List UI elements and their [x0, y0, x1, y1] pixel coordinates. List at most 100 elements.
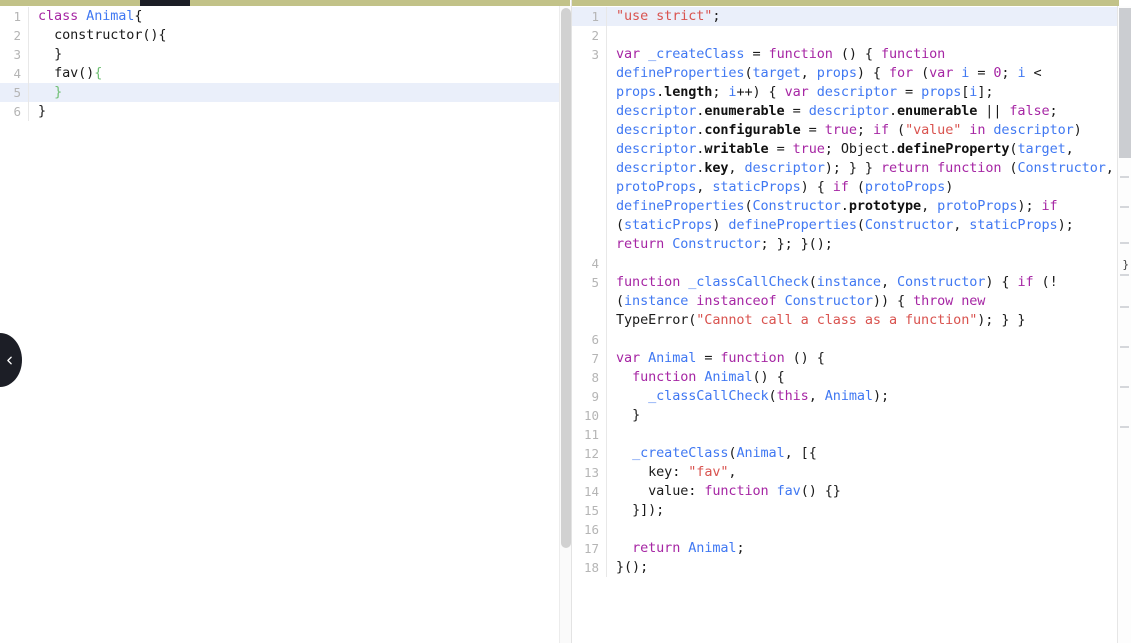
- output-line[interactable]: 2: [572, 26, 1117, 45]
- output-line[interactable]: 11: [572, 425, 1117, 444]
- output-line-content[interactable]: }]);: [607, 501, 1117, 520]
- code-token: )) {: [872, 293, 914, 309]
- output-line[interactable]: 10 }: [572, 406, 1117, 425]
- output-line[interactable]: 12 _createClass(Animal, [{: [572, 444, 1117, 463]
- output-line-content[interactable]: "use strict";: [607, 7, 1117, 26]
- output-line-content[interactable]: key: "fav",: [607, 463, 1117, 482]
- output-line-content[interactable]: function Animal() {: [607, 368, 1117, 387]
- code-token: ) {: [800, 179, 833, 195]
- output-line-content[interactable]: [607, 520, 1117, 539]
- code-token: (: [913, 65, 930, 81]
- source-line-content[interactable]: }: [29, 83, 571, 102]
- source-line[interactable]: 5 }: [0, 83, 571, 102]
- code-token: return: [880, 160, 930, 176]
- code-token: defineProperties: [616, 65, 745, 81]
- output-line-number: 9: [591, 389, 599, 404]
- output-line-content[interactable]: function _classCallCheck(instance, Const…: [607, 273, 1117, 330]
- output-line[interactable]: 4: [572, 254, 1117, 273]
- code-token: length: [664, 84, 713, 100]
- output-line-content[interactable]: value: function fav() {}: [607, 482, 1117, 501]
- source-line-content[interactable]: constructor(){: [29, 26, 571, 45]
- output-line-content[interactable]: var _createClass = function () { functio…: [607, 45, 1117, 254]
- code-token: props: [616, 84, 657, 100]
- output-line[interactable]: 8 function Animal() {: [572, 368, 1117, 387]
- output-line-content[interactable]: _createClass(Animal, [{: [607, 444, 1117, 463]
- source-line-number: 4: [13, 66, 21, 81]
- code-token: protoProps: [864, 179, 946, 195]
- output-line[interactable]: 14 value: function fav() {}: [572, 482, 1117, 501]
- output-line[interactable]: 17 return Animal;: [572, 539, 1117, 558]
- output-line[interactable]: 16: [572, 520, 1117, 539]
- output-line-content[interactable]: }: [607, 406, 1117, 425]
- code-token: function: [937, 160, 1002, 176]
- code-token: ,: [728, 160, 745, 176]
- code-token: for: [888, 65, 914, 81]
- output-line[interactable]: 5 function _classCallCheck(instance, Cons…: [572, 273, 1117, 330]
- code-token: "fav": [688, 464, 729, 480]
- source-code-area[interactable]: 1 class Animal{2 constructor(){3 } 4 fav()…: [0, 6, 571, 643]
- code-token: descriptor: [616, 122, 697, 138]
- code-token: ,: [696, 179, 713, 195]
- code-token: ;: [712, 8, 721, 24]
- source-line[interactable]: 6}: [0, 102, 571, 121]
- code-token: Constructor: [752, 198, 841, 214]
- output-line-content[interactable]: [607, 254, 1117, 273]
- output-line-number: 11: [583, 427, 599, 442]
- code-token: configurable: [704, 122, 801, 138]
- output-line-content[interactable]: [607, 330, 1117, 349]
- output-line[interactable]: 3 var _createClass = function () { functi…: [572, 45, 1117, 254]
- output-line[interactable]: 6: [572, 330, 1117, 349]
- code-token: defineProperties: [616, 198, 745, 214]
- source-line-content[interactable]: }: [29, 45, 571, 64]
- output-scrollbar-thumb[interactable]: [1119, 8, 1131, 158]
- code-token: descriptor: [816, 84, 898, 100]
- output-line-content[interactable]: _classCallCheck(this, Animal);: [607, 387, 1117, 406]
- code-token: , [{: [784, 445, 817, 461]
- output-line-content[interactable]: var Animal = function () {: [607, 349, 1117, 368]
- code-token: =: [784, 103, 809, 119]
- code-token: _createClass: [632, 445, 729, 461]
- code-token: ,: [1105, 160, 1114, 176]
- code-token: function: [704, 483, 769, 499]
- output-line[interactable]: 15 }]);: [572, 501, 1117, 520]
- output-line[interactable]: 7 var Animal = function () {: [572, 349, 1117, 368]
- source-editor-pane[interactable]: 1 class Animal{2 constructor(){3 } 4 fav()…: [0, 0, 572, 643]
- source-line-number: 2: [13, 28, 21, 43]
- code-token: ,: [880, 274, 898, 290]
- code-token: TypeError: [616, 312, 689, 328]
- code-token: Animal: [704, 369, 753, 385]
- output-line[interactable]: 18}();: [572, 558, 1117, 577]
- code-token: staticProps: [969, 217, 1058, 233]
- scrollbar-tick: [1120, 346, 1129, 348]
- output-line-content[interactable]: [607, 26, 1117, 45]
- source-line[interactable]: 3 }: [0, 45, 571, 64]
- output-line[interactable]: 1 "use strict";: [572, 7, 1117, 26]
- source-line-content[interactable]: }: [29, 102, 571, 121]
- source-vertical-scrollbar[interactable]: [559, 6, 571, 643]
- source-line-content[interactable]: fav(){: [29, 64, 571, 83]
- output-line[interactable]: 9 _classCallCheck(this, Animal);: [572, 387, 1117, 406]
- output-code-area[interactable]: 1 "use strict"; 2 3 var _createClass = func…: [572, 6, 1117, 643]
- source-line[interactable]: 1 class Animal{: [0, 7, 571, 26]
- code-token: Animal: [736, 445, 785, 461]
- output-line-content[interactable]: return Animal;: [607, 539, 1117, 558]
- source-scrollbar-thumb[interactable]: [561, 8, 571, 548]
- output-line-content[interactable]: [607, 425, 1117, 444]
- output-line[interactable]: 13 key: "fav",: [572, 463, 1117, 482]
- scrollbar-tick: [1120, 176, 1129, 178]
- source-line[interactable]: 2 constructor(){: [0, 26, 571, 45]
- output-line-number: 15: [583, 503, 599, 518]
- output-line-content[interactable]: }();: [607, 558, 1117, 577]
- code-token: _createClass: [648, 46, 745, 62]
- code-token: instanceof: [696, 293, 777, 309]
- scrollbar-tick: [1120, 274, 1129, 276]
- code-token: Constructor: [1017, 160, 1106, 176]
- output-editor-pane[interactable]: 1 "use strict"; 2 3 var _createClass = func…: [572, 0, 1131, 643]
- output-vertical-scrollbar[interactable]: [1117, 6, 1131, 643]
- source-line[interactable]: 4 fav(){: [0, 64, 571, 83]
- source-line-content[interactable]: class Animal{: [29, 7, 571, 26]
